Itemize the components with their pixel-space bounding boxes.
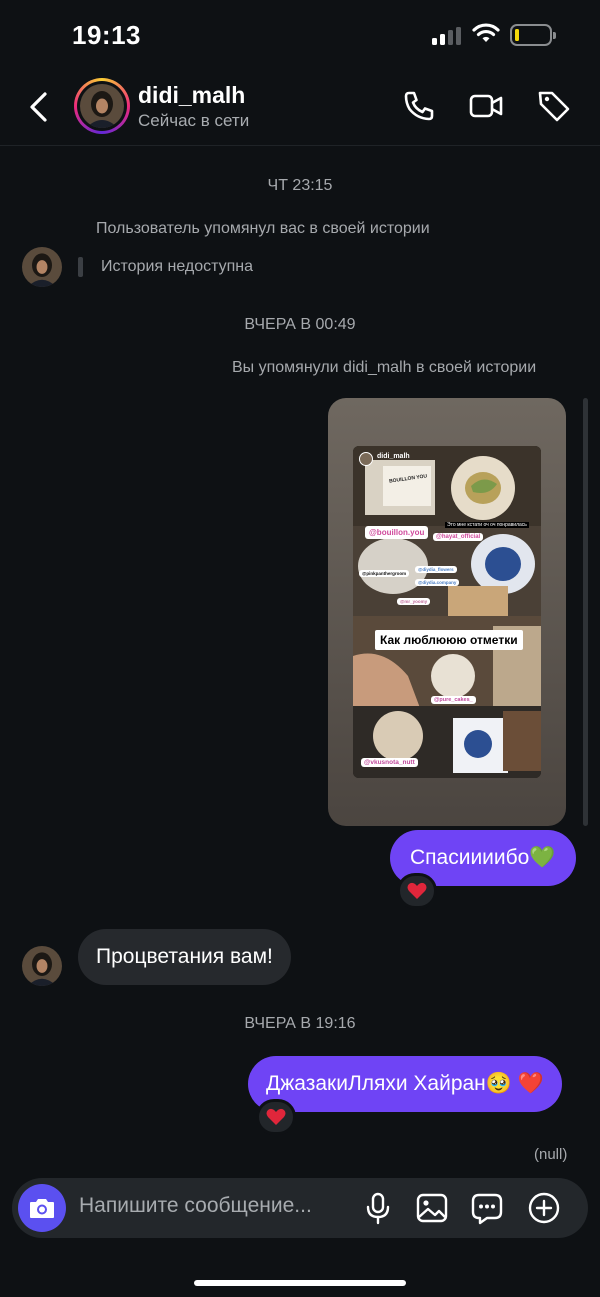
story-tag: @bouillon.you [365,526,429,539]
story-small-text: Это мне кстати оч оч понравилась [445,522,529,528]
incoming-message[interactable]: Процветания вам! [78,929,291,985]
story-tag: @diydia.company [415,579,460,586]
story-tag: @vkusnota_nutt [361,758,418,767]
home-indicator[interactable] [194,1280,406,1286]
reply-indicator-bar [78,257,83,277]
camera-button[interactable] [18,1184,66,1232]
back-chevron-icon[interactable] [24,88,54,126]
story-tag: @mr_yoomy [397,598,431,605]
story-tag: @pinkpanthergroom [359,570,410,577]
heart-icon [266,1108,286,1125]
message-composer: Напишите сообщение... [12,1178,588,1238]
story-tag: @diydia_flowers [415,566,457,573]
microphone-icon[interactable] [360,1190,396,1226]
story-unavailable-text: История недоступна [101,258,254,275]
heart-reaction[interactable] [397,873,437,909]
story-preview[interactable]: didi_malh BOUILLON YOU Это мне кстати оч… [328,398,566,826]
phone-call-icon[interactable] [401,88,437,124]
story-photo-collage [353,446,541,778]
null-label: (null) [534,1146,568,1163]
wifi-icon [472,23,500,42]
timestamp-divider: ЧТ 23:15 [267,177,333,194]
contact-username[interactable]: didi_malh [138,82,245,109]
gallery-icon[interactable] [414,1190,450,1226]
story-author-avatar [359,452,373,466]
heart-reaction[interactable] [256,1099,296,1135]
story-caption: Как люблююю отметки [375,630,523,650]
story-tag: @hayat_official [433,533,484,541]
story-image[interactable]: didi_malh BOUILLON YOU Это мне кстати оч… [353,446,541,778]
cellular-signal-icon [432,27,464,45]
outgoing-message[interactable]: ДжазакиЛляхи Хайран🥹 ❤️ [248,1056,562,1112]
video-call-icon[interactable] [468,88,504,124]
story-mention-note: Пользователь упомянул вас в своей истори… [96,220,430,237]
timestamp-divider: ВЧЕРА В 00:49 [244,316,356,333]
battery-icon [510,24,556,46]
status-bar: 19:13 [0,0,600,70]
add-plus-icon[interactable] [526,1190,562,1226]
tag-icon[interactable] [536,88,572,124]
contact-avatar[interactable] [22,946,62,986]
chat-header: didi_malh Сейчас в сети [0,70,600,146]
message-input[interactable]: Напишите сообщение... [79,1194,312,1218]
status-time: 19:13 [72,20,141,50]
timestamp-divider: ВЧЕРА В 19:16 [244,1015,356,1032]
you-mentioned-note: Вы упомянули didi_malh в своей истории [232,359,537,376]
story-tag: @pure_cakes_ [431,696,476,704]
contact-status: Сейчас в сети [138,111,250,130]
camera-icon [30,1199,54,1218]
sticker-message-icon[interactable] [469,1190,505,1226]
story-author-username: didi_malh [377,453,410,460]
contact-avatar[interactable] [22,247,62,287]
scrollbar[interactable] [583,398,588,826]
heart-icon [407,882,427,899]
profile-avatar[interactable] [74,78,130,134]
